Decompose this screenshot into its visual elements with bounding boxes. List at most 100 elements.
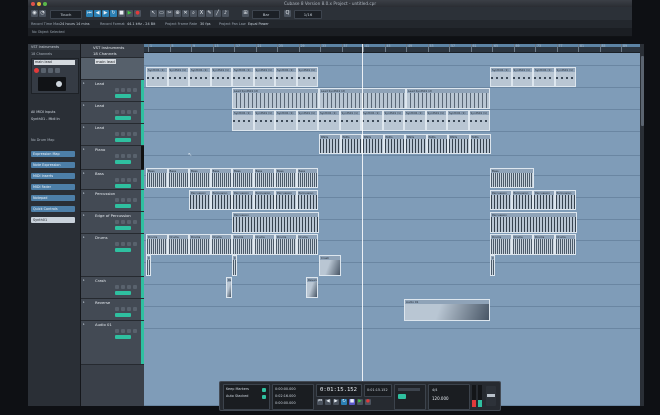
read-icon[interactable] [127,178,131,182]
event[interactable]: Synth01 (1) [490,67,512,87]
track-lane[interactable] [144,263,640,285]
stack-toggle-icon[interactable] [262,395,266,399]
event[interactable]: Percussion [232,190,254,210]
marker-toggle-icon[interactable] [262,388,266,392]
event[interactable]: Synth01 (1) [318,110,340,131]
event[interactable]: PADs [319,134,341,154]
mute-icon[interactable] [115,198,119,202]
track-header[interactable]: ▸ Bass [81,170,144,190]
track-header[interactable]: ▸ Reverse [81,299,144,321]
inspector-section-note-expression[interactable]: Note Expression [31,162,75,168]
activate-project-button[interactable]: ◉ [31,9,38,17]
event[interactable]: Drums [210,234,232,255]
fader-handle[interactable] [487,394,495,397]
inspector-section-notepad[interactable]: Notepad [31,195,75,201]
track-header[interactable]: ▸ Lead [81,80,144,102]
read-icon[interactable] [127,198,131,202]
event[interactable]: Percussion [511,190,533,210]
volume-display[interactable] [38,77,66,91]
event[interactable]: Crash [490,255,495,276]
track-expand-icon[interactable]: ▸ [83,147,91,151]
event[interactable]: Synth01 (1) [210,67,232,87]
event[interactable]: Drums [189,234,211,255]
record-button[interactable]: ● [134,9,141,17]
mute-tool-icon[interactable]: Ⅹ [198,9,205,17]
mute-icon[interactable] [115,88,119,92]
track-header[interactable]: ▸ Lead [81,124,144,146]
mute-icon[interactable] [115,132,119,136]
read-icon[interactable] [127,132,131,136]
output-routing[interactable]: Synth01 - Midi In [31,117,77,122]
erase-tool-icon[interactable]: ✕ [182,9,189,17]
track-expand-icon[interactable]: ▸ [83,235,91,239]
event[interactable]: Synth01 (1) [253,110,275,131]
inspector-track-name[interactable]: main lead [34,60,75,65]
solo-icon[interactable] [121,307,125,311]
click-level-bar[interactable] [398,388,420,391]
track-instrument-icon[interactable] [115,138,131,142]
track-expand-icon[interactable]: ▸ [83,213,91,217]
glue-tool-icon[interactable]: ⊕ [174,9,181,17]
primary-time-display[interactable]: 0:01:15.152 [316,384,362,397]
event[interactable]: PADs [426,134,448,154]
read-icon[interactable] [127,110,131,114]
project-cursor[interactable] [362,44,363,406]
event[interactable]: Percussion [275,190,297,210]
zoom-tool-icon[interactable]: ⌕ [190,9,197,17]
track-instrument-icon[interactable] [115,335,131,339]
event[interactable]: Synth01 (1) [232,110,254,131]
rewind-button[interactable]: ◀ [94,9,101,17]
solo-icon[interactable] [121,88,125,92]
event[interactable]: Crash [232,255,237,276]
read-icon[interactable] [127,242,131,246]
mute-icon[interactable] [115,220,119,224]
pre-roll[interactable]: 0:00:00.000 [275,401,296,405]
line-tool-icon[interactable]: ╱ [214,9,221,17]
secondary-time-display[interactable]: 0:01:15.152 [364,384,392,397]
event[interactable]: Synth01 (1) [425,110,447,131]
event[interactable]: Drums [146,234,168,255]
transport-rewind-icon[interactable]: ◀ [325,399,331,405]
inspector-section-expression-map[interactable]: Expression Map [31,151,75,157]
constrain-delay-button[interactable]: ◔ [39,9,46,17]
mute-icon[interactable] [115,329,119,333]
read-icon[interactable] [127,220,131,224]
transport-forward-icon[interactable]: ▶ [333,399,339,405]
transport-stop-button[interactable]: ■ [349,399,355,405]
event[interactable]: Bass [167,168,189,188]
event[interactable]: Percussion [210,190,232,210]
quantize-value-select[interactable]: 1/16 [294,9,322,19]
inspector-section-midi-inserts[interactable]: MIDI Inserts [31,173,75,179]
track-instrument-icon[interactable] [115,313,131,317]
event[interactable]: Crash [319,255,341,276]
event[interactable]: PADs [362,134,384,154]
event[interactable]: Percussion [490,212,577,233]
mute-icon[interactable] [115,242,119,246]
snap-toggle-icon[interactable]: ⊞ [242,9,249,17]
event[interactable]: Lead Synth01 (2) [232,88,319,109]
draw-tool-icon[interactable]: ✎ [206,9,213,17]
right-locator[interactable]: 0:02:16.000 [275,394,296,398]
solo-icon[interactable] [121,329,125,333]
write-icon[interactable] [133,132,137,136]
record-enable-icon[interactable] [34,68,39,73]
solo-icon[interactable] [121,154,125,158]
track-expand-icon[interactable]: ▸ [83,191,91,195]
transport-cycle-icon[interactable]: ↻ [341,399,347,405]
track-folder-header[interactable]: VST Instruments 18 Channels [81,44,144,58]
track-lane[interactable] [144,52,640,66]
solo-icon[interactable] [55,68,60,73]
track-header[interactable]: ▸ Crash [81,277,144,299]
event[interactable]: Synth01 (1) [189,67,211,87]
event[interactable]: Drums [275,234,297,255]
track-header[interactable]: ▸ Drums [81,234,144,277]
transport-go-start-icon[interactable]: ⏮ [317,399,323,405]
event[interactable]: Bass [275,168,297,188]
pan-knob-icon[interactable] [56,81,62,87]
track-instrument-icon[interactable] [115,204,131,208]
stop-button[interactable]: ■ [118,9,125,17]
play-tool-icon[interactable]: ♪ [222,9,229,17]
track-instrument-icon[interactable] [115,94,131,98]
event[interactable]: Drums [490,234,512,255]
read-icon[interactable] [127,154,131,158]
